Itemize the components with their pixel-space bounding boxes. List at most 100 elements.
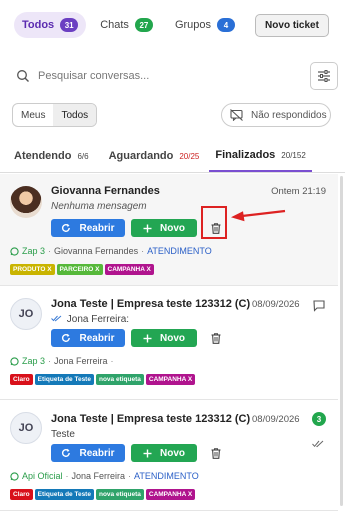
new-button[interactable]: Novo <box>131 329 197 347</box>
plus-icon <box>143 449 152 457</box>
meta-separator: · <box>48 246 52 256</box>
delete-button[interactable] <box>207 444 225 462</box>
view-toggle-todos[interactable]: Todos <box>53 104 97 126</box>
new-ticket-button[interactable]: Novo ticket <box>255 14 329 37</box>
double-check-icon <box>312 440 324 448</box>
list-scrollbar[interactable] <box>340 176 343 506</box>
whatsapp-icon <box>10 356 19 366</box>
sliders-icon <box>318 70 330 82</box>
connection-name: Zap 3 <box>22 356 46 366</box>
avatar: JO <box>10 412 42 444</box>
view-toggle-meus[interactable]: Meus <box>13 104 53 126</box>
new-label: Novo <box>160 222 185 234</box>
ticket-last-message: Jona Ferreira: <box>51 314 129 325</box>
ticket-item[interactable]: Giovanna Fernandes Ontem 21:19 Nenhuma m… <box>0 174 338 286</box>
new-label: Novo <box>160 447 185 459</box>
ticket-time: 08/09/2026 <box>252 299 300 310</box>
ticket-tags: Claro Etiqueta de Teste nova etiqueta CA… <box>10 374 197 385</box>
avatar <box>10 186 42 218</box>
view-toggle: Meus Todos <box>12 103 98 127</box>
queue-name: ATENDIMENTO <box>134 471 199 481</box>
ticket-time: Ontem 21:19 <box>271 186 326 197</box>
queue-name: ATENDIMENTO <box>147 246 212 256</box>
trash-icon <box>211 332 221 344</box>
tab-aguardando[interactable]: Aguardando 20/25 <box>103 140 206 172</box>
plus-icon <box>143 334 152 342</box>
meta-separator: · <box>110 356 114 366</box>
tag: nova etiqueta <box>95 489 144 500</box>
tab-todos[interactable]: Todos 31 <box>14 12 87 38</box>
tag: Claro <box>10 489 33 500</box>
connection-name: Api Oficial <box>22 471 63 481</box>
ticket-actions: Reabrir Novo <box>51 444 225 462</box>
tab-grupos-label: Grupos <box>174 19 212 31</box>
ticket-item[interactable]: JO Jona Teste | Empresa teste 123312 (C)… <box>0 400 338 511</box>
tag: CAMPANHA X <box>145 489 196 500</box>
tab-aguardando-label: Aguardando <box>108 150 174 162</box>
refresh-icon <box>62 333 71 342</box>
meta-separator: · <box>65 471 69 481</box>
delete-button[interactable] <box>207 329 225 347</box>
ticket-list: Giovanna Fernandes Ontem 21:19 Nenhuma m… <box>0 174 338 511</box>
ticket-meta: Zap 3 · Jona Ferreira · <box>10 356 117 366</box>
unanswered-label: Não respondidos <box>251 109 327 121</box>
contact-name: Jona Ferreira <box>54 356 108 366</box>
annotation-arrow-icon <box>231 209 286 222</box>
new-label: Novo <box>160 332 185 344</box>
tab-aguardando-count: 20/25 <box>179 151 200 161</box>
ticket-actions: Reabrir Novo <box>51 329 225 347</box>
refresh-icon <box>62 448 71 457</box>
ticket-last-message: Nenhuma mensagem <box>51 201 147 212</box>
tag: Etiqueta de Teste <box>34 489 94 500</box>
tab-grupos[interactable]: Grupos 4 <box>167 12 243 38</box>
connection-name: Zap 3 <box>22 246 46 256</box>
unanswered-filter-button[interactable]: Não respondidos <box>221 103 331 127</box>
tab-chats-count: 27 <box>134 18 153 32</box>
tab-atendendo-count: 6/6 <box>77 151 89 161</box>
tag: PRODUTO X <box>10 264 55 275</box>
contact-name: Giovanna Fernandes <box>54 246 139 256</box>
double-check-icon <box>51 315 62 322</box>
ticket-name: Jona Teste | Empresa teste 123312 (C) <box>51 413 251 425</box>
ticket-tags: Claro Etiqueta de Teste nova etiqueta CA… <box>10 489 197 500</box>
reopen-button[interactable]: Reabrir <box>51 329 125 347</box>
ticket-meta: Api Oficial · Jona Ferreira · ATENDIMENT… <box>10 471 199 481</box>
reopen-label: Reabrir <box>79 222 115 234</box>
new-button[interactable]: Novo <box>131 219 197 237</box>
whatsapp-icon <box>10 246 19 256</box>
tab-finalizados[interactable]: Finalizados 20/152 <box>209 140 312 172</box>
new-button[interactable]: Novo <box>131 444 197 462</box>
tab-chats-label: Chats <box>100 19 129 31</box>
ticket-name: Giovanna Fernandes <box>51 185 160 197</box>
plus-icon <box>143 224 152 232</box>
whatsapp-icon <box>10 471 19 481</box>
ticket-item[interactable]: JO Jona Teste | Empresa teste 123312 (C)… <box>0 286 338 400</box>
tag: CAMPANHA X <box>145 374 196 385</box>
search-placeholder: Pesquisar conversas... <box>38 70 150 82</box>
ticket-last-message: Teste <box>51 429 75 440</box>
tag: CAMPANHA X <box>104 264 154 275</box>
meta-separator: · <box>48 356 52 366</box>
ticket-time: 08/09/2026 <box>252 414 300 425</box>
meta-separator: · <box>128 471 132 481</box>
reopen-button[interactable]: Reabrir <box>51 444 125 462</box>
ticket-meta: Zap 3 · Giovanna Fernandes · ATENDIMENTO <box>10 246 212 256</box>
ticket-actions: Reabrir Novo <box>51 219 225 237</box>
ticket-tags: PRODUTO X PARCEIRO X CAMPANHA X <box>10 264 156 275</box>
tab-atendendo-label: Atendendo <box>14 150 72 162</box>
unread-badge: 3 <box>312 412 326 426</box>
tab-atendendo[interactable]: Atendendo 6/6 <box>0 140 95 172</box>
search-icon <box>17 70 29 82</box>
search-input[interactable]: Pesquisar conversas... <box>8 60 310 92</box>
tab-todos-count: 31 <box>60 18 79 32</box>
tab-chats[interactable]: Chats 27 <box>92 12 161 38</box>
tag: PARCEIRO X <box>56 264 103 275</box>
reopen-label: Reabrir <box>79 332 115 344</box>
reopen-button[interactable]: Reabrir <box>51 219 125 237</box>
filter-button[interactable] <box>310 62 338 90</box>
trash-icon <box>211 447 221 459</box>
reopen-label: Reabrir <box>79 447 115 459</box>
chat-bubble-icon <box>313 300 325 312</box>
highlight-box <box>201 206 227 239</box>
chat-off-icon <box>230 109 243 121</box>
